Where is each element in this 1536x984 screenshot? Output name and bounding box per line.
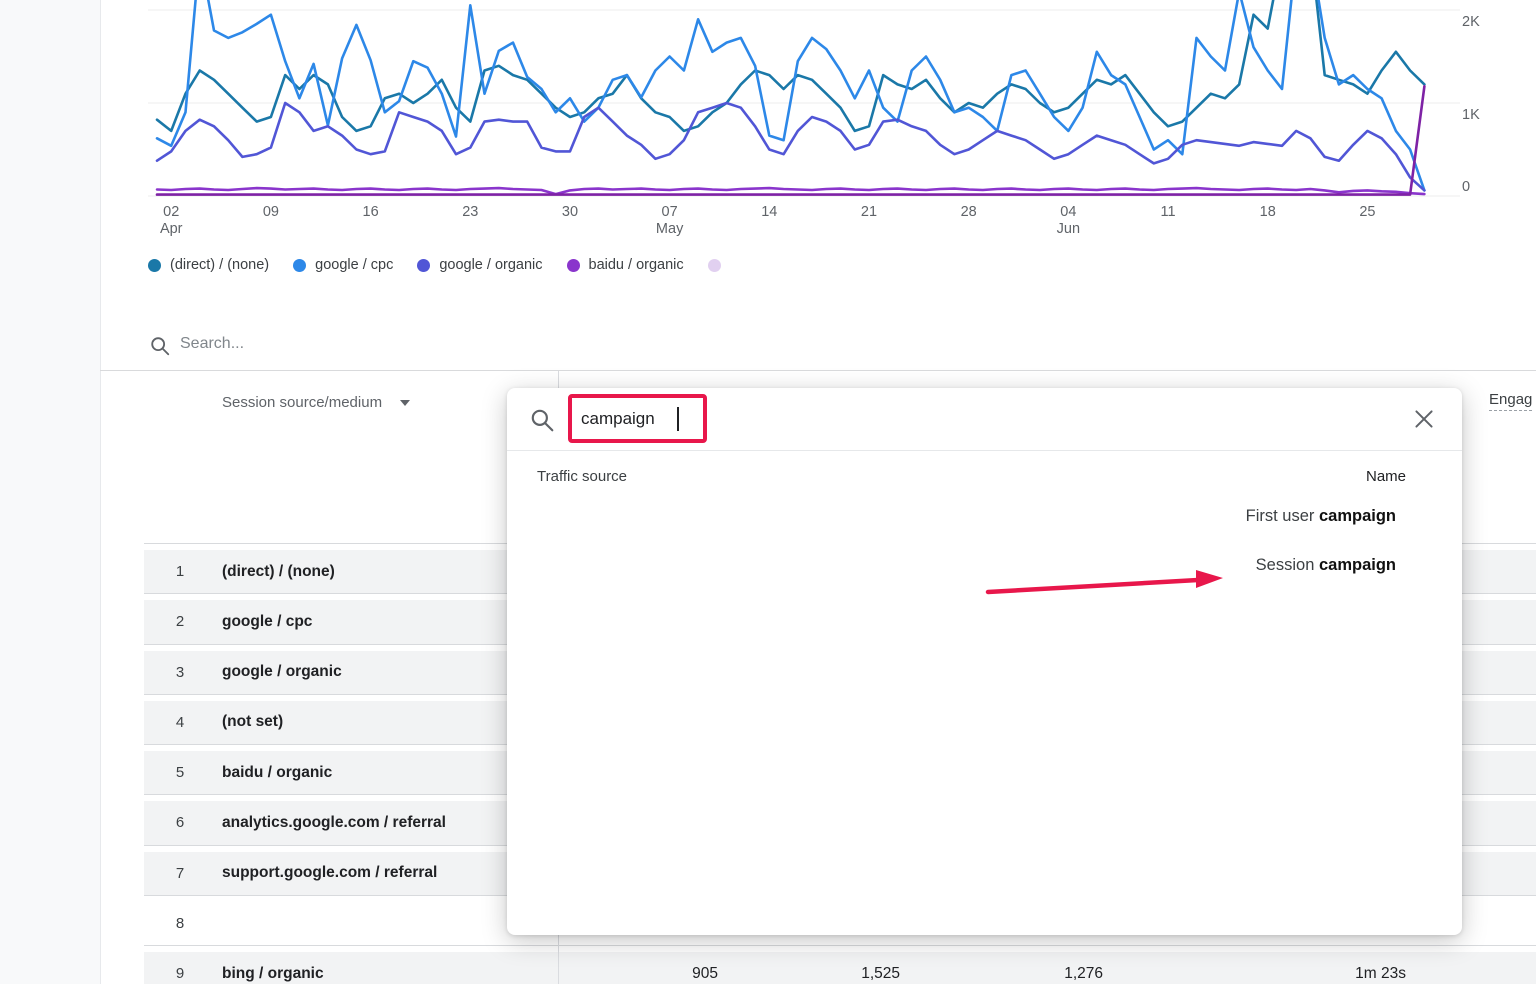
left-sidebar xyxy=(0,0,101,984)
y-axis-tick: 2K xyxy=(1462,14,1508,30)
y-axis-tick: 1K xyxy=(1462,107,1508,123)
x-axis-tick: 25 xyxy=(1359,204,1375,221)
x-axis-tick: 30 xyxy=(562,204,578,221)
dialog-search-icon xyxy=(529,407,555,433)
row-index: 4 xyxy=(144,714,200,731)
row-source-medium: (not set) xyxy=(200,713,558,731)
legend-label: baidu / organic xyxy=(589,257,684,273)
chart-legend: (direct) / (none) google / cpc google / or… xyxy=(148,257,730,273)
x-axis-tick: 18 xyxy=(1260,204,1276,221)
x-axis-tick: 07May xyxy=(656,204,683,238)
row-metric-value: 1m 23s xyxy=(1103,965,1406,983)
legend-label: (direct) / (none) xyxy=(170,257,269,273)
row-index: 5 xyxy=(144,764,200,781)
legend-dot-icon xyxy=(417,259,430,272)
row-index: 2 xyxy=(144,613,200,630)
series-line-2 xyxy=(157,103,1424,190)
series-line-1 xyxy=(157,0,1424,190)
legend-item: (direct) / (none) xyxy=(148,257,269,273)
row-source-medium: bing / organic xyxy=(200,965,558,983)
traffic-line-chart-svg xyxy=(148,0,1460,200)
row-index: 3 xyxy=(144,664,200,681)
legend-label: google / organic xyxy=(439,257,542,273)
legend-dot-icon xyxy=(293,259,306,272)
dialog-divider xyxy=(507,450,1462,451)
table-top-divider xyxy=(100,370,1536,371)
ga4-report-page: 2K1K0 02Apr0916233007May14212804Jun11182… xyxy=(0,0,1536,984)
row-metric-value: 1,525 xyxy=(718,965,900,983)
legend-label: google / cpc xyxy=(315,257,393,273)
row-metric-value: 905 xyxy=(558,965,718,983)
legend-dot-icon xyxy=(708,259,721,272)
text-cursor xyxy=(677,407,679,431)
close-icon[interactable] xyxy=(1411,406,1437,432)
row-index: 8 xyxy=(144,915,200,932)
row-source-medium: analytics.google.com / referral xyxy=(200,814,558,832)
dialog-name-header: Name xyxy=(1366,468,1406,485)
chevron-down-icon xyxy=(400,400,410,406)
row-source-medium: (direct) / (none) xyxy=(200,563,558,581)
row-source-medium: support.google.com / referral xyxy=(200,864,558,882)
legend-item xyxy=(708,259,730,272)
dimension-option-session[interactable]: Session campaign xyxy=(1256,553,1396,577)
x-axis-tick: 28 xyxy=(961,204,977,221)
x-axis-tick: 02Apr xyxy=(160,204,183,238)
legend-dot-icon xyxy=(567,259,580,272)
x-axis-tick: 04Jun xyxy=(1057,204,1080,238)
x-axis-tick: 21 xyxy=(861,204,877,221)
row-index: 6 xyxy=(144,814,200,831)
dialog-category-header: Traffic source xyxy=(537,468,627,485)
row-index: 7 xyxy=(144,865,200,882)
x-axis-tick: 16 xyxy=(363,204,379,221)
legend-dot-icon xyxy=(148,259,161,272)
dialog-search-input[interactable] xyxy=(581,405,861,433)
dimension-picker-dialog: Traffic source Name First user campaign S… xyxy=(507,388,1462,935)
legend-item: google / organic xyxy=(417,257,542,273)
table-search-input[interactable] xyxy=(180,332,600,356)
row-source-medium: baidu / organic xyxy=(200,764,558,782)
row-source-medium: google / organic xyxy=(200,663,558,681)
table-row: 9bing / organic9051,5251,2761m 23s xyxy=(144,945,1536,984)
series-line-3 xyxy=(157,188,1424,194)
y-axis-tick: 0 xyxy=(1462,179,1508,195)
x-axis-tick: 11 xyxy=(1161,204,1176,221)
dimension-option-first-user[interactable]: First user campaign xyxy=(1246,504,1396,528)
x-axis-tick: 14 xyxy=(761,204,777,221)
legend-item: google / cpc xyxy=(293,257,393,273)
search-icon xyxy=(149,335,171,357)
x-axis-tick: 23 xyxy=(462,204,478,221)
legend-item: baidu / organic xyxy=(567,257,684,273)
metric-header-engagement[interactable]: Engag xyxy=(1489,391,1532,411)
row-source-medium: google / cpc xyxy=(200,613,558,631)
row-metric-value: 1,276 xyxy=(900,965,1103,983)
x-axis-tick: 09 xyxy=(263,204,279,221)
dimension-header-dropdown[interactable]: Session source/medium xyxy=(222,394,410,411)
dimension-header-label: Session source/medium xyxy=(222,394,382,411)
row-index: 9 xyxy=(144,965,200,982)
row-index: 1 xyxy=(144,563,200,580)
